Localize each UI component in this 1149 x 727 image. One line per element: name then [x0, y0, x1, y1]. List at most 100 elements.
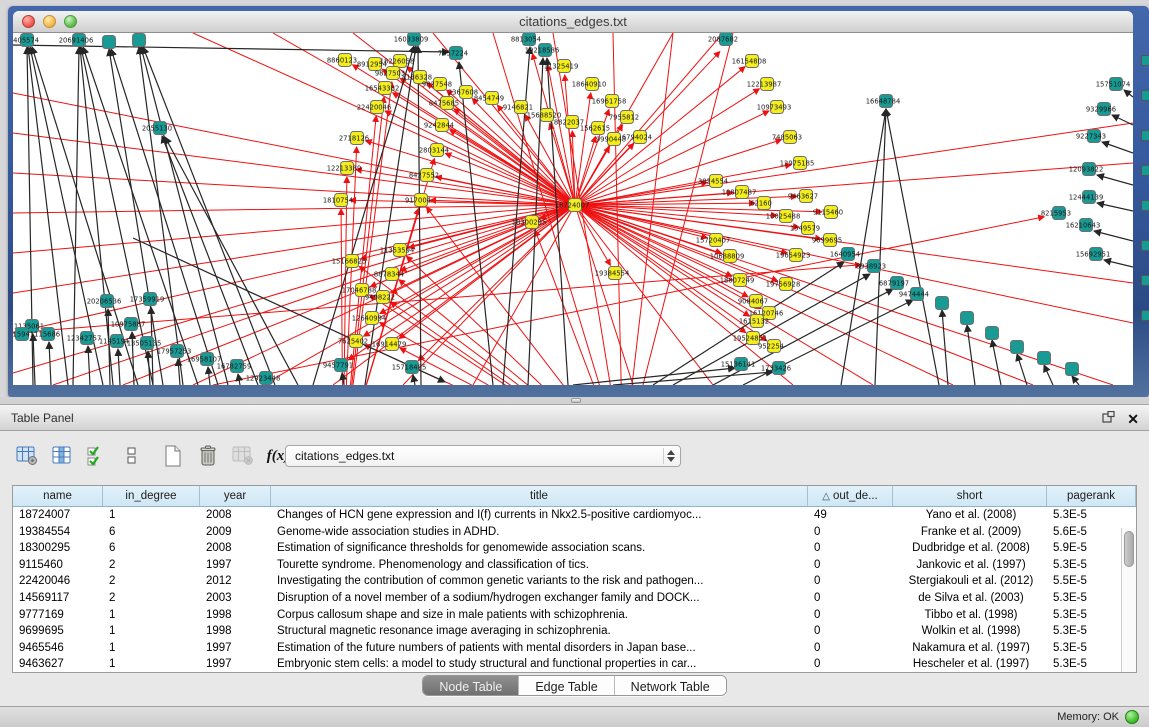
table-row[interactable]: 946362711997Embryonic stem cells: a mode…: [13, 656, 1136, 672]
column-header-in_degree[interactable]: in_degree: [103, 486, 200, 506]
svg-text:9457791: 9457791: [323, 361, 353, 369]
svg-text:9115460: 9115460: [813, 208, 843, 216]
cell-short: Tibbo et al. (1998): [893, 607, 1047, 624]
float-panel-icon[interactable]: [1102, 410, 1115, 428]
table-row[interactable]: 2242004622012Investigating the contribut…: [13, 573, 1136, 590]
svg-text:16210643: 16210643: [1066, 221, 1101, 229]
column-header-out_de[interactable]: △out_de...: [808, 486, 893, 506]
cell-in_degree: 6: [103, 524, 200, 541]
create-column-button[interactable]: [160, 444, 186, 468]
svg-text:952254: 952254: [758, 342, 784, 350]
cell-out_de: 0: [808, 607, 893, 624]
svg-text:16648784: 16648784: [866, 97, 901, 105]
table-row[interactable]: 911546021997Tourette syndrome. Phenomeno…: [13, 557, 1136, 574]
svg-text:7955812: 7955812: [609, 113, 639, 121]
table-row[interactable]: 1830029562008Estimation of significance …: [13, 540, 1136, 557]
svg-text:9242844: 9242844: [424, 121, 454, 129]
table-row[interactable]: 1872400712008Changes of HCN gene express…: [13, 507, 1136, 524]
network-canvas[interactable]: 1405574206914061603380978572248813054192…: [13, 33, 1133, 385]
table-row[interactable]: 977716911998Corpus callosum shape and si…: [13, 607, 1136, 624]
vertical-scrollbar[interactable]: [1121, 528, 1136, 672]
svg-text:15166825: 15166825: [332, 257, 367, 265]
cell-in_degree: 2: [103, 573, 200, 590]
splitter-handle-icon[interactable]: [571, 398, 581, 403]
column-header-title[interactable]: title: [271, 486, 808, 506]
column-header-name[interactable]: name: [13, 486, 103, 506]
cell-out_de: 0: [808, 524, 893, 541]
svg-text:22420046: 22420046: [357, 103, 392, 111]
citation-network-graph[interactable]: 1405574206914061603380978572248813054192…: [13, 33, 1133, 385]
peek-node: [1141, 275, 1149, 286]
background-window-nodes: [1141, 0, 1149, 397]
svg-text:17359919: 17359919: [130, 295, 165, 303]
network-window-frame: citations_edges.txt 14055742069140616033…: [8, 6, 1149, 397]
cell-out_de: 49: [808, 507, 893, 524]
svg-text:12923448: 12923448: [246, 374, 281, 382]
svg-text:1115686: 1115686: [30, 330, 60, 338]
tab-network-table[interactable]: Network Table: [615, 676, 726, 696]
peek-node: [1141, 165, 1149, 176]
scrollbar-thumb[interactable]: [1124, 531, 1134, 567]
tab-node-table[interactable]: Node Table: [423, 676, 519, 696]
cell-name: 9777169: [13, 607, 103, 624]
table-header: namein_degreeyeartitle△out_de...shortpag…: [13, 486, 1136, 507]
panel-splitter[interactable]: [0, 397, 1149, 404]
cell-short: Wolkin et al. (1998): [893, 623, 1047, 640]
table-row[interactable]: 969969511998Structural magnetic resonanc…: [13, 623, 1136, 640]
select-columns-button[interactable]: [84, 444, 110, 468]
cell-name: 9463627: [13, 656, 103, 672]
tab-edge-table[interactable]: Edge Table: [519, 676, 614, 696]
svg-text:7485063: 7485063: [772, 133, 802, 141]
svg-text:20691406: 20691406: [59, 36, 94, 44]
svg-text:9827503: 9827503: [375, 69, 405, 77]
column-header-year[interactable]: year: [200, 486, 271, 506]
column-visibility-button[interactable]: [49, 444, 75, 468]
cell-short: Hescheler et al. (1997): [893, 656, 1047, 672]
svg-text:16914479: 16914479: [372, 340, 407, 348]
cell-title: Changes of HCN gene expression and I(f) …: [271, 507, 808, 524]
svg-text:12213987: 12213987: [747, 80, 782, 88]
svg-text:16961758: 16961758: [592, 97, 627, 105]
table-row[interactable]: 1938455462009Genome-wide association stu…: [13, 524, 1136, 541]
table-row[interactable]: 1456911722003Disruption of a novel membe…: [13, 590, 1136, 607]
cell-in_degree: 1: [103, 656, 200, 672]
delete-table-button[interactable]: [230, 444, 256, 468]
cell-title: Tourette syndrome. Phenomenology and cla…: [271, 557, 808, 574]
cell-year: 2012: [200, 573, 271, 590]
svg-text:15136141: 15136141: [721, 360, 756, 368]
svg-text:10975887: 10975887: [111, 320, 146, 328]
svg-text:15718485: 15718485: [392, 363, 427, 371]
svg-text:16543382: 16543382: [365, 84, 400, 92]
svg-text:1562615: 1562615: [580, 124, 610, 132]
svg-text:9463627: 9463627: [788, 192, 818, 200]
peek-node: [1141, 240, 1149, 251]
svg-text:2055130: 2055130: [142, 124, 172, 132]
svg-text:6879197: 6879197: [879, 279, 909, 287]
delete-column-button[interactable]: [195, 444, 221, 468]
network-window: citations_edges.txt 14055742069140616033…: [13, 11, 1133, 385]
cell-in_degree: 1: [103, 607, 200, 624]
close-panel-icon[interactable]: ✕: [1127, 413, 1139, 425]
window-titlebar[interactable]: citations_edges.txt: [13, 11, 1133, 33]
svg-text:1549579: 1549579: [790, 224, 820, 232]
svg-text:11353594: 11353594: [380, 246, 415, 254]
cell-title: Estimation of the future numbers of pati…: [271, 640, 808, 657]
svg-text:19524851: 19524851: [733, 334, 768, 342]
column-header-pagerank[interactable]: pagerank: [1047, 486, 1136, 506]
table-row[interactable]: 946554611997Estimation of the future num…: [13, 640, 1136, 657]
svg-text:9827548: 9827548: [422, 80, 452, 88]
row-height-button[interactable]: [119, 444, 145, 468]
cell-title: Disruption of a novel member of a sodium…: [271, 590, 808, 607]
cell-name: 22420046: [13, 573, 103, 590]
svg-text:1810754: 1810754: [323, 196, 353, 204]
sort-ascending-icon: △: [822, 491, 830, 502]
svg-text:2803144: 2803144: [419, 146, 449, 154]
column-header-short[interactable]: short: [893, 486, 1047, 506]
peek-node: [1141, 90, 1149, 101]
table-mode-button[interactable]: [14, 444, 40, 468]
network-table-select[interactable]: citations_edges.txt: [285, 445, 681, 467]
cell-short: Franke et al. (2009): [893, 524, 1047, 541]
cell-title: Investigating the contribution of common…: [271, 573, 808, 590]
svg-text:9227343: 9227343: [1076, 132, 1106, 140]
svg-text:15751074: 15751074: [1096, 80, 1131, 88]
